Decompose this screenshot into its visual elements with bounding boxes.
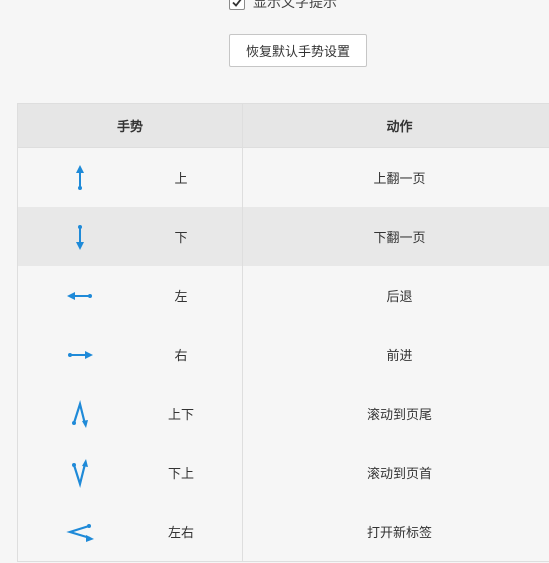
arrow-down-icon	[76, 225, 84, 250]
table-row[interactable]: 上 上翻一页	[18, 148, 549, 207]
arrow-right-icon	[68, 351, 93, 359]
up-down-gesture-icon	[72, 399, 88, 428]
down-up-gesture-icon	[72, 459, 88, 489]
reset-gestures-button[interactable]: 恢复默认手势设置	[229, 34, 367, 67]
gesture-name: 右	[174, 349, 188, 364]
arrow-left-icon	[67, 292, 92, 300]
table-row[interactable]: 上下 滚动到页尾	[18, 384, 549, 443]
gesture-action[interactable]: 滚动到页首	[243, 443, 549, 502]
gesture-action[interactable]: 下翻一页	[243, 207, 549, 266]
gesture-table: 手势 动作 上 上翻一页 下 下翻一页 左 后退 右 前进 上下 滚动到页尾 下…	[17, 103, 549, 562]
table-row[interactable]: 左 后退	[18, 266, 549, 325]
table-row[interactable]: 下上 滚动到页首	[18, 443, 549, 502]
checkmark-icon	[232, 0, 242, 7]
gesture-action[interactable]: 上翻一页	[243, 148, 549, 207]
show-text-hint-option[interactable]: 显示文字提示	[229, 0, 337, 12]
gesture-name: 左	[174, 290, 188, 305]
gesture-action[interactable]: 打开新标签	[243, 502, 549, 561]
gesture-action[interactable]: 后退	[243, 266, 549, 325]
gesture-name: 下上	[167, 467, 194, 482]
action-column-header: 动作	[386, 120, 413, 135]
gesture-action[interactable]: 滚动到页尾	[243, 384, 549, 443]
table-header: 手势 动作	[18, 104, 549, 148]
gesture-name: 左右	[167, 526, 194, 541]
show-text-hint-checkbox[interactable]	[229, 0, 245, 10]
show-text-hint-label: 显示文字提示	[253, 0, 337, 11]
table-row[interactable]: 右 前进	[18, 325, 549, 384]
table-row[interactable]: 左右 打开新标签	[18, 502, 549, 561]
gesture-name: 上下	[167, 408, 194, 423]
table-row[interactable]: 下 下翻一页	[18, 207, 549, 266]
arrow-up-icon	[76, 165, 84, 190]
gesture-action[interactable]: 前进	[243, 325, 549, 384]
gesture-name: 下	[174, 231, 188, 246]
gesture-name: 上	[174, 172, 188, 187]
left-right-gesture-icon	[66, 524, 94, 542]
gesture-column-header: 手势	[18, 104, 243, 147]
